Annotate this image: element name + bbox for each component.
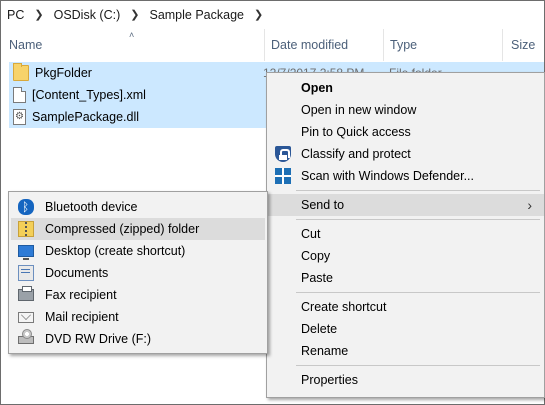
send-to-dvd-drive[interactable]: DVD RW Drive (F:) xyxy=(11,328,265,350)
menu-item-label: Bluetooth device xyxy=(45,200,138,214)
dll-icon xyxy=(13,109,26,125)
send-to-documents[interactable]: Documents xyxy=(11,262,265,284)
column-size[interactable]: Size xyxy=(503,29,545,61)
menu-item-label: Mail recipient xyxy=(45,310,119,324)
shield-lock-icon xyxy=(275,146,291,162)
menu-item-label: Scan with Windows Defender... xyxy=(301,169,474,183)
breadcrumb-pc[interactable]: PC xyxy=(5,8,26,22)
menu-item-label: Desktop (create shortcut) xyxy=(45,244,186,258)
menu-item-label: Fax recipient xyxy=(45,288,117,302)
send-to-mail[interactable]: Mail recipient xyxy=(11,306,265,328)
send-to-desktop[interactable]: Desktop (create shortcut) xyxy=(11,240,265,262)
send-to-compressed-folder[interactable]: Compressed (zipped) folder xyxy=(11,218,265,240)
menu-separator xyxy=(296,190,540,191)
defender-icon xyxy=(275,168,291,184)
bluetooth-icon xyxy=(18,199,34,215)
menu-item-label: DVD RW Drive (F:) xyxy=(45,332,152,346)
menu-item-label: Documents xyxy=(45,266,109,280)
zip-folder-icon xyxy=(18,221,34,237)
chevron-right-icon[interactable]: ❯ xyxy=(26,8,51,21)
menu-item-rename[interactable]: Rename xyxy=(267,340,544,362)
folder-icon xyxy=(13,63,29,81)
menu-item-classify-protect[interactable]: Classify and protect xyxy=(267,143,544,165)
dvd-drive-icon xyxy=(18,329,34,344)
menu-separator xyxy=(296,365,540,366)
sort-ascending-icon: ˄ xyxy=(129,30,135,40)
menu-separator xyxy=(296,219,540,220)
document-icon xyxy=(13,87,26,103)
file-name: SamplePackage.dll xyxy=(32,110,140,124)
mail-icon xyxy=(18,312,34,323)
breadcrumb-sample-package[interactable]: Sample Package xyxy=(147,8,246,22)
fax-icon xyxy=(18,286,34,301)
menu-item-copy[interactable]: Copy xyxy=(267,245,544,267)
context-menu: Open Open in new window Pin to Quick acc… xyxy=(266,72,545,398)
file-name: [Content_Types].xml xyxy=(32,88,146,102)
column-date-modified[interactable]: Date modified xyxy=(265,29,384,61)
column-type[interactable]: Type xyxy=(384,29,503,61)
menu-item-label: Compressed (zipped) folder xyxy=(45,222,200,236)
column-size-label: Size xyxy=(511,38,536,52)
chevron-right-icon[interactable]: ❯ xyxy=(246,8,271,21)
chevron-right-icon[interactable]: ❯ xyxy=(122,8,147,21)
menu-item-paste[interactable]: Paste xyxy=(267,267,544,289)
send-to-fax[interactable]: Fax recipient xyxy=(11,284,265,306)
column-header: ˄ Name Date modified Type Size xyxy=(1,29,544,61)
menu-item-send-to[interactable]: Send to › xyxy=(267,194,544,216)
breadcrumb-osdisk[interactable]: OSDisk (C:) xyxy=(52,8,123,22)
menu-item-open-new-window[interactable]: Open in new window xyxy=(267,99,544,121)
menu-separator xyxy=(296,292,540,293)
menu-item-properties[interactable]: Properties xyxy=(267,369,544,391)
column-name[interactable]: ˄ Name xyxy=(1,29,265,61)
column-date-label: Date modified xyxy=(271,38,349,52)
column-name-label: Name xyxy=(9,38,43,52)
documents-icon xyxy=(18,265,34,281)
send-to-bluetooth[interactable]: Bluetooth device xyxy=(11,196,265,218)
menu-item-open[interactable]: Open xyxy=(267,77,544,99)
breadcrumb: PC ❯ OSDisk (C:) ❯ Sample Package ❯ xyxy=(1,1,544,28)
column-type-label: Type xyxy=(390,38,418,52)
file-explorer-window: PC ❯ OSDisk (C:) ❯ Sample Package ❯ ˄ Na… xyxy=(0,0,545,405)
desktop-icon xyxy=(18,245,34,260)
menu-item-create-shortcut[interactable]: Create shortcut xyxy=(267,296,544,318)
chevron-right-icon: › xyxy=(527,197,532,213)
file-name: PkgFolder xyxy=(35,66,92,80)
menu-item-scan-defender[interactable]: Scan with Windows Defender... xyxy=(267,165,544,187)
menu-item-pin-quick-access[interactable]: Pin to Quick access xyxy=(267,121,544,143)
menu-item-label: Send to xyxy=(301,198,345,212)
menu-item-cut[interactable]: Cut xyxy=(267,223,544,245)
menu-item-label: Classify and protect xyxy=(301,147,411,161)
menu-item-delete[interactable]: Delete xyxy=(267,318,544,340)
send-to-submenu: Bluetooth device Compressed (zipped) fol… xyxy=(8,191,268,354)
